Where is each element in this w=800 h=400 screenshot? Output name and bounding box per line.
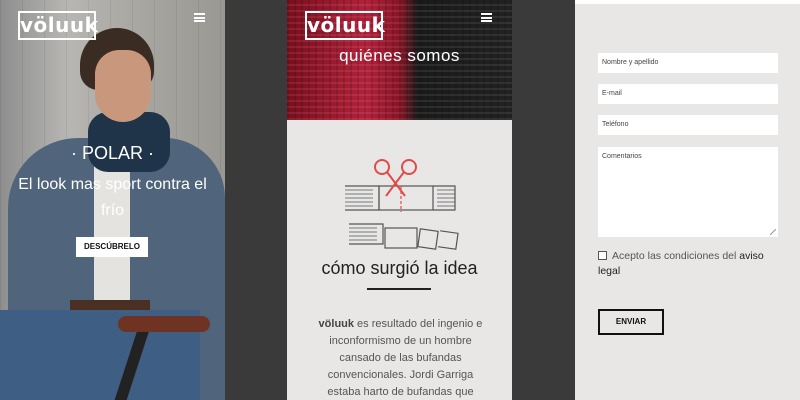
scissors-icon xyxy=(374,159,417,197)
brand-logo[interactable]: völuuk xyxy=(18,11,98,40)
about-body-text: völuuk es resultado del ingenio e inconf… xyxy=(313,316,488,400)
consent-row: Acepto las condiciones del aviso legal xyxy=(598,249,788,279)
hero-title: · POLAR · xyxy=(70,143,154,163)
banner-title: quiénes somos xyxy=(339,46,460,65)
contact-screen: Nombre y apellido E-mail Teléfono Coment… xyxy=(575,0,800,400)
title-underline xyxy=(367,288,431,290)
body-brand: völuuk xyxy=(318,318,354,330)
brand-logo[interactable]: völuuk xyxy=(305,11,385,40)
body-copy: es resultado del ingenio e inconformismo… xyxy=(327,318,483,398)
comments-placeholder: Comentarios xyxy=(602,153,642,160)
scarf-icon xyxy=(345,185,459,250)
scissors-scarf-illustration xyxy=(345,159,459,250)
phone-field[interactable]: Teléfono xyxy=(598,115,778,135)
hamburger-menu-icon[interactable] xyxy=(194,13,205,22)
name-field[interactable]: Nombre y apellido xyxy=(598,53,778,73)
resize-handle-icon[interactable] xyxy=(770,229,776,235)
email-field[interactable]: E-mail xyxy=(598,84,778,104)
hero-screen: völuuk · POLAR · El look mas sport contr… xyxy=(0,0,225,400)
section-title: cómo surgió la idea xyxy=(321,258,478,278)
hamburger-menu-icon[interactable] xyxy=(481,13,492,22)
consent-label: Acepto las condiciones del xyxy=(612,250,740,262)
top-bar xyxy=(575,0,800,4)
submit-button[interactable]: ENVIAR xyxy=(598,309,664,335)
consent-checkbox[interactable] xyxy=(598,251,607,260)
bike-saddle xyxy=(118,316,210,332)
about-screen: völuuk quiénes somos cómo surgió la idea… xyxy=(287,0,512,400)
discover-button[interactable]: DESCÚBRELO xyxy=(76,237,148,257)
hero-subtitle: El look mas sport contra el frío xyxy=(18,176,207,219)
comments-textarea[interactable]: Comentarios xyxy=(598,147,778,237)
model-face xyxy=(95,50,151,122)
